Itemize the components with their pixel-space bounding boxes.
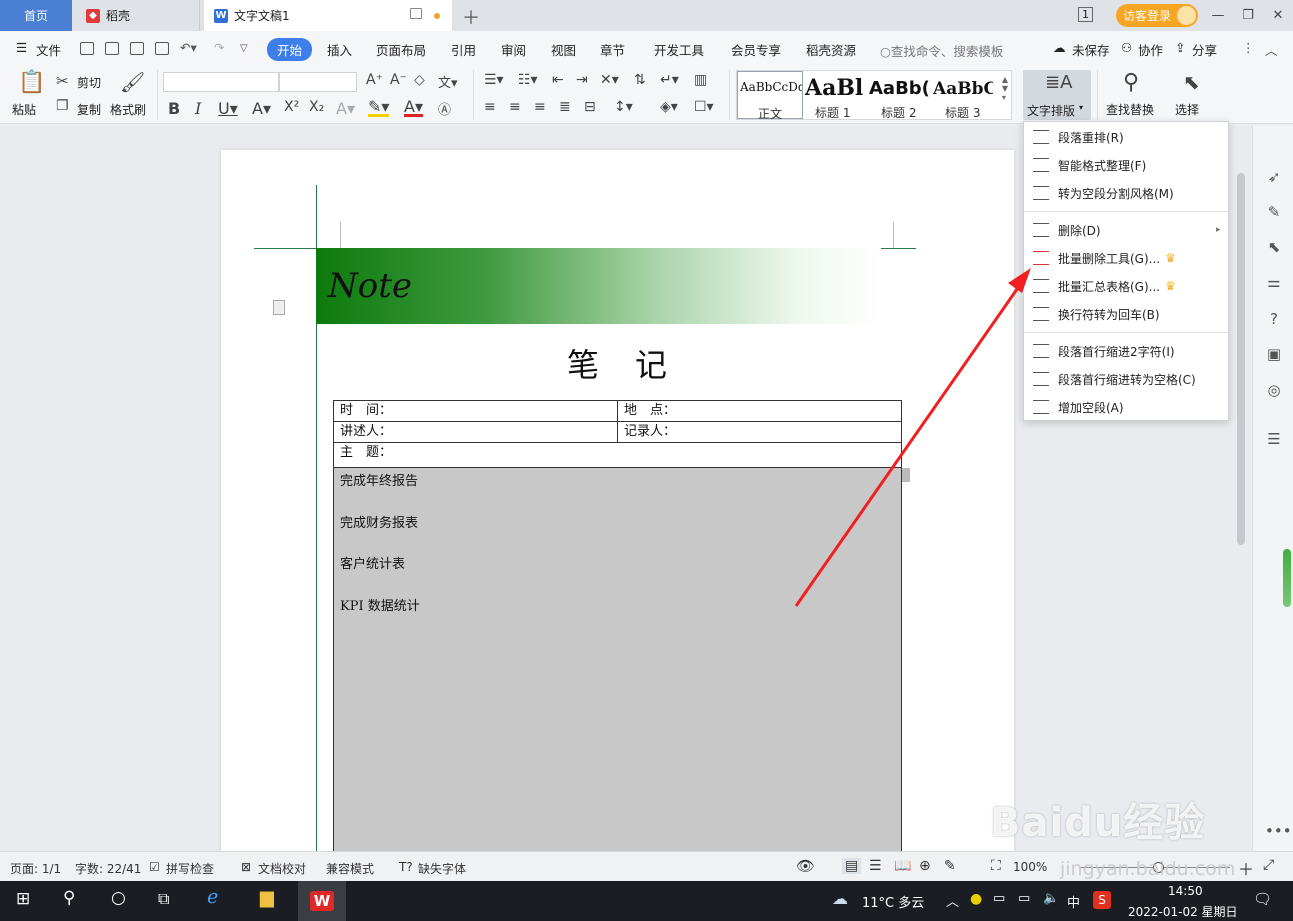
red-annotation-arrow-icon [794, 268, 1031, 607]
arrow-head [1008, 268, 1031, 293]
arrow-shaft [794, 281, 1024, 607]
